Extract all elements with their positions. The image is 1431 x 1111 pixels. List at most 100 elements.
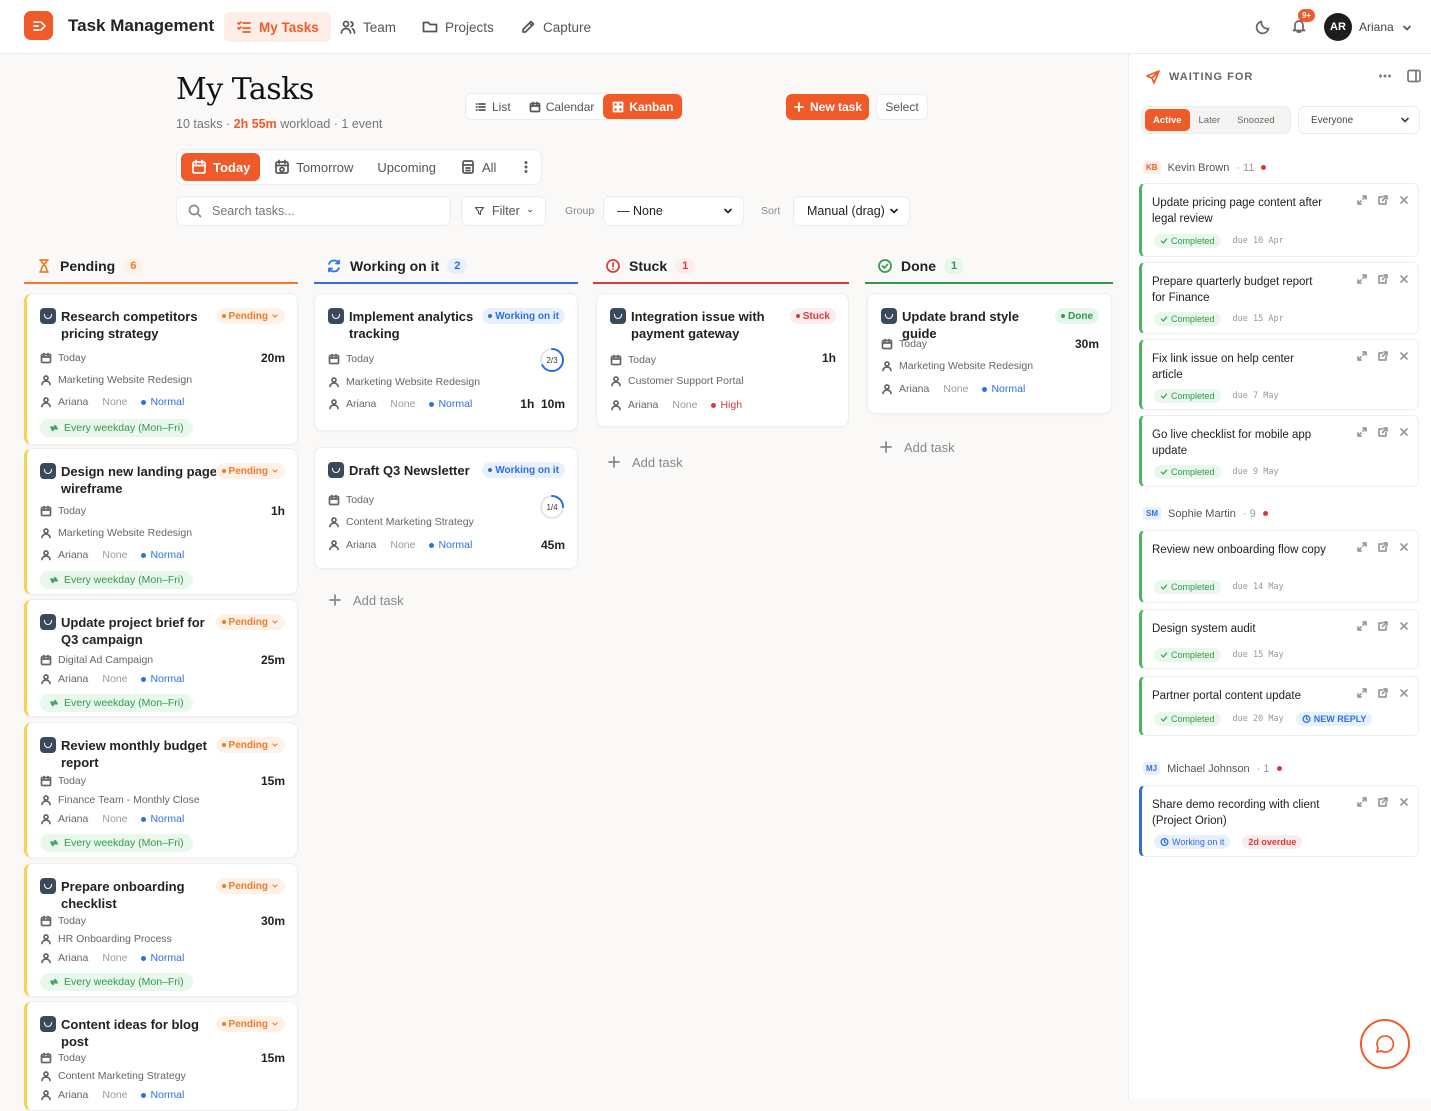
waiting-card[interactable]: Fix link issue on help center article Co… — [1139, 339, 1419, 410]
expand-icon[interactable] — [1356, 541, 1368, 553]
expand-icon[interactable] — [1356, 426, 1368, 438]
close-icon[interactable] — [1398, 273, 1410, 285]
external-link-icon[interactable] — [1377, 426, 1389, 438]
task-card[interactable]: Design new landing page wireframe Pendin… — [24, 448, 298, 595]
column-title: Working on it — [350, 258, 440, 274]
close-icon[interactable] — [1398, 687, 1410, 699]
filter-button[interactable]: Filter — [461, 196, 546, 226]
status-badge[interactable]: Pending — [215, 737, 285, 753]
person-group-header[interactable]: SM Sophie Martin · 9 — [1143, 507, 1268, 520]
waiting-card[interactable]: Partner portal content update Completed … — [1139, 676, 1419, 736]
day-all-button[interactable]: All — [450, 153, 506, 181]
task-card[interactable]: Research competitors pricing strategy Pe… — [24, 293, 298, 445]
more-options-icon[interactable] — [510, 153, 542, 181]
group-select[interactable]: — None — [603, 196, 744, 226]
status-badge[interactable]: Working on it — [482, 308, 565, 324]
waiting-card[interactable]: Go live checklist for mobile app update … — [1139, 415, 1419, 487]
nav-team[interactable]: Team — [328, 12, 408, 42]
status-badge[interactable]: Done — [1055, 308, 1099, 324]
task-card[interactable]: Draft Q3 Newsletter Working on it Today … — [314, 447, 578, 569]
expand-icon[interactable] — [1356, 350, 1368, 362]
day-today-button[interactable]: Today — [181, 153, 261, 181]
new-task-button[interactable]: New task — [786, 94, 869, 120]
expand-icon[interactable] — [1356, 273, 1368, 285]
status-badge[interactable]: Working on it — [482, 462, 565, 478]
priority: Normal — [141, 673, 184, 685]
avatar[interactable]: AR — [1324, 13, 1352, 41]
close-icon[interactable] — [1398, 350, 1410, 362]
close-icon[interactable] — [1398, 541, 1410, 553]
nav-capture[interactable]: Capture — [508, 12, 603, 42]
task-card[interactable]: Review monthly budget report Pending Tod… — [24, 722, 298, 858]
status-badge[interactable]: Pending — [215, 878, 285, 894]
external-link-icon[interactable] — [1377, 194, 1389, 206]
subtask-progress-label: 2/3 — [546, 356, 558, 365]
add-task-button[interactable]: Add task — [878, 439, 955, 455]
close-icon[interactable] — [1398, 620, 1410, 632]
tab-active[interactable]: Active — [1145, 109, 1190, 131]
day-tomorrow-button[interactable]: Tomorrow — [264, 153, 363, 181]
new-reply-badge[interactable]: NEW REPLY — [1295, 712, 1373, 726]
chevron-down-icon[interactable] — [1401, 22, 1413, 34]
waiting-card[interactable]: Design system audit Completed due 15 May — [1139, 609, 1419, 669]
status-badge[interactable]: Pending — [215, 1016, 285, 1032]
more-horizontal-icon[interactable] — [1377, 68, 1393, 84]
external-link-icon[interactable] — [1377, 350, 1389, 362]
waiting-card[interactable]: Prepare quarterly budget report for Fina… — [1139, 262, 1419, 334]
waiting-card[interactable]: Review new onboarding flow copy Complete… — [1139, 530, 1419, 603]
view-kanban-button[interactable]: Kanban — [603, 94, 683, 119]
expand-icon[interactable] — [1356, 194, 1368, 206]
status-badge: Completed — [1154, 712, 1221, 726]
close-icon[interactable] — [1398, 194, 1410, 206]
external-link-icon[interactable] — [1377, 796, 1389, 808]
task-card[interactable]: Integration issue with payment gateway S… — [596, 293, 849, 427]
close-icon[interactable] — [1398, 796, 1410, 808]
expand-icon[interactable] — [1356, 796, 1368, 808]
person-group-header[interactable]: KB Kevin Brown · 11 — [1143, 161, 1267, 174]
list-check-icon — [237, 21, 251, 33]
waiting-tabs: Active Later Snoozed — [1141, 106, 1291, 134]
card-actions — [1356, 796, 1410, 808]
status-badge[interactable]: Stuck — [789, 308, 836, 324]
expand-icon[interactable] — [1356, 687, 1368, 699]
waiting-task-title: Go live checklist for mobile app update — [1152, 429, 1312, 457]
nav-my-tasks[interactable]: My Tasks — [224, 12, 331, 42]
user-name[interactable]: Ariana — [1359, 20, 1394, 34]
task-card[interactable]: Implement analytics tracking Working on … — [314, 293, 578, 431]
waiting-card[interactable]: Share demo recording with client (Projec… — [1139, 785, 1419, 857]
external-link-icon[interactable] — [1377, 273, 1389, 285]
external-link-icon[interactable] — [1377, 687, 1389, 699]
nav-projects[interactable]: Projects — [410, 12, 506, 42]
task-card[interactable]: Content ideas for blog post Pending Toda… — [24, 1001, 298, 1111]
external-link-icon[interactable] — [1377, 620, 1389, 632]
add-task-button[interactable]: Add task — [327, 592, 404, 608]
task-card[interactable]: Update brand style guide Done Today 30m … — [867, 293, 1112, 414]
tab-later[interactable]: Later — [1191, 109, 1229, 131]
search-input[interactable] — [212, 204, 432, 218]
view-list-button[interactable]: List — [466, 94, 520, 119]
close-icon[interactable] — [1398, 426, 1410, 438]
view-calendar-button[interactable]: Calendar — [520, 94, 604, 119]
tab-snoozed[interactable]: Snoozed — [1229, 109, 1283, 131]
status-badge[interactable]: Pending — [215, 614, 285, 630]
task-card[interactable]: Prepare onboarding checklist Pending Tod… — [24, 863, 298, 997]
scope-select[interactable]: Everyone — [1298, 106, 1420, 134]
recurrence-badge: Every weekday (Mon–Fri) — [40, 571, 193, 589]
sidebar-toggle-icon[interactable] — [1406, 68, 1422, 84]
waiting-card[interactable]: Update pricing page content after legal … — [1139, 183, 1419, 257]
moon-icon[interactable] — [1255, 19, 1271, 35]
day-upcoming-button[interactable]: Upcoming — [367, 153, 446, 181]
expand-icon[interactable] — [1356, 620, 1368, 632]
app-logo-icon[interactable] — [24, 11, 53, 40]
external-link-icon[interactable] — [1377, 541, 1389, 553]
status-badge[interactable]: Pending — [215, 463, 285, 479]
task-card[interactable]: Update project brief for Q3 campaign Pen… — [24, 599, 298, 717]
calendar-grid-icon — [462, 160, 474, 174]
select-button[interactable]: Select — [876, 94, 928, 120]
status-badge[interactable]: Pending — [215, 308, 285, 324]
add-task-button[interactable]: Add task — [606, 454, 683, 470]
date-label: Today — [628, 354, 657, 366]
chat-button[interactable] — [1360, 1019, 1410, 1069]
person-group-header[interactable]: MJ Michael Johnson · 1 — [1143, 762, 1282, 775]
sort-select[interactable]: Manual (drag) — [793, 196, 910, 226]
